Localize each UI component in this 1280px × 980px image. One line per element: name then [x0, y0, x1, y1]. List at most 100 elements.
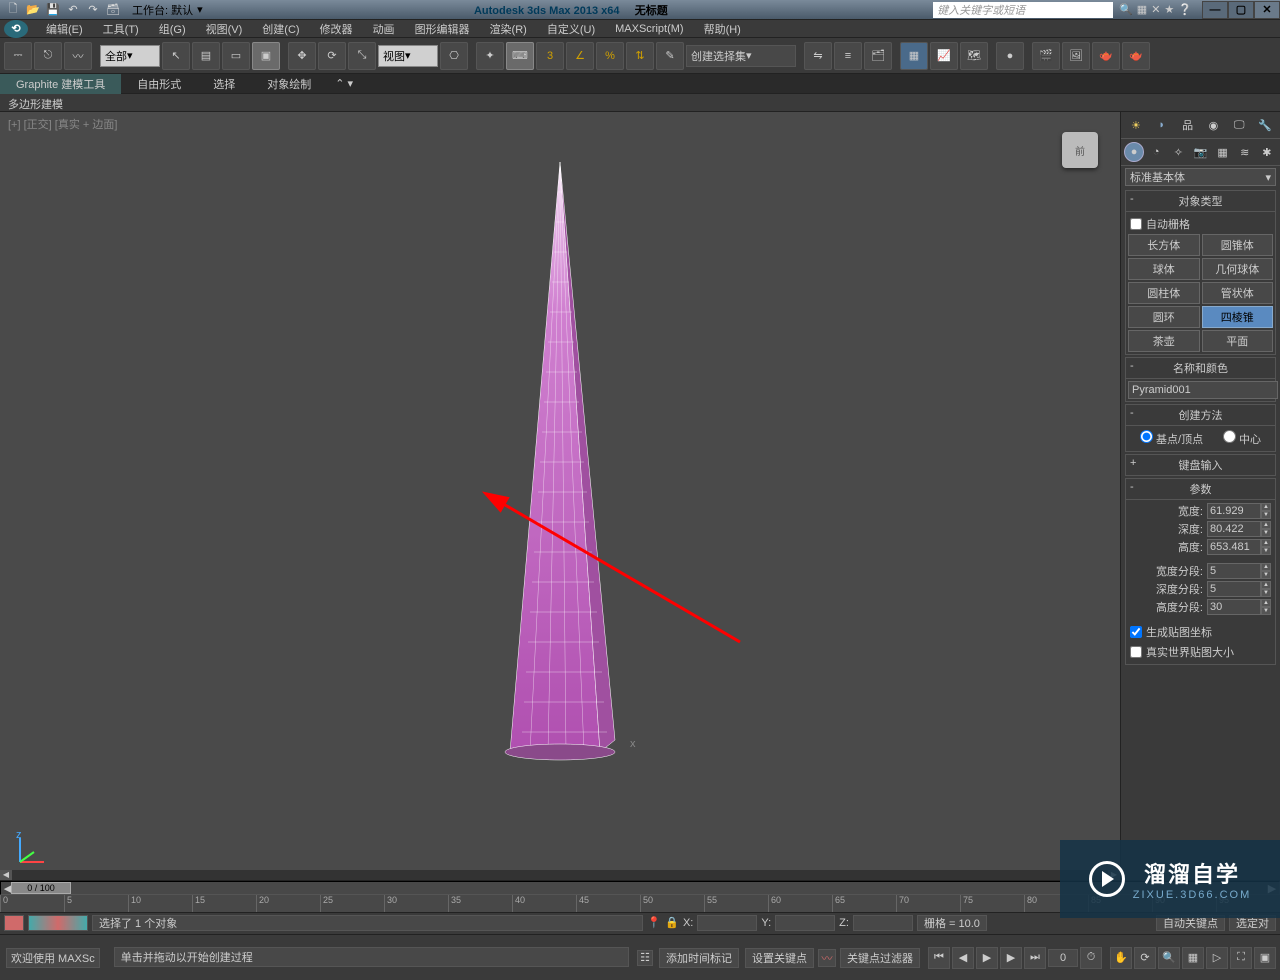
track-color[interactable] — [4, 915, 24, 931]
add-time-tag[interactable]: 添加时间标记 — [659, 948, 739, 968]
render-setup-icon[interactable]: 🎬 — [1032, 42, 1060, 70]
btn-tube[interactable]: 管状体 — [1202, 282, 1274, 304]
workspace-selector[interactable]: 工作台: 默认▾ — [126, 2, 209, 18]
zoom-extents-icon[interactable]: ⛶ — [1230, 947, 1252, 969]
y-coord-input[interactable] — [775, 915, 835, 931]
pan-icon[interactable]: ✋ — [1110, 947, 1132, 969]
key-filters-button[interactable]: 关键点过滤器 — [840, 948, 920, 968]
z-coord-input[interactable] — [853, 915, 913, 931]
track-gradient[interactable] — [28, 915, 88, 931]
helpers-tab-icon[interactable]: ▦ — [1213, 142, 1233, 162]
fov-icon[interactable]: ▷ — [1206, 947, 1228, 969]
x-coord-input[interactable] — [697, 915, 757, 931]
setkey-button[interactable]: 设置关键点 — [745, 948, 814, 968]
viewport-scrollbar-h[interactable]: ◀▶ — [0, 870, 1120, 880]
arc-rotate-icon[interactable]: ⟳ — [1134, 947, 1156, 969]
goto-end-icon[interactable]: ⏭ — [1024, 947, 1046, 969]
object-name-input[interactable] — [1128, 381, 1278, 399]
goto-start-icon[interactable]: ⏮ — [928, 947, 950, 969]
viewport-label[interactable]: [+] [正交] [真实 + 边面] — [8, 116, 117, 132]
autogrid-checkbox[interactable] — [1130, 218, 1142, 230]
create-tab-icon[interactable]: ☀ — [1126, 115, 1146, 135]
time-handle[interactable]: 0 / 100 — [11, 882, 71, 894]
key-mode-icon[interactable]: 〰 — [818, 949, 836, 967]
redo-icon[interactable]: ↷ — [84, 2, 102, 18]
comm-icon[interactable]: ☷ — [637, 950, 653, 966]
display-tab-icon[interactable]: 🖵 — [1229, 115, 1249, 135]
time-config-icon[interactable]: ⏱ — [1080, 947, 1102, 969]
viewcube[interactable]: 前 — [1052, 122, 1108, 178]
btn-pyramid[interactable]: 四棱锥 — [1202, 306, 1274, 328]
menu-views[interactable]: 视图(V) — [196, 19, 253, 39]
search-icon[interactable]: 🔍 — [1119, 3, 1133, 16]
maximize-button[interactable]: ▢ — [1228, 1, 1254, 19]
ribbon-collapse-icon[interactable]: ⌃ ▾ — [327, 75, 361, 92]
systems-tab-icon[interactable]: ✱ — [1257, 142, 1277, 162]
btn-cone[interactable]: 圆锥体 — [1202, 234, 1274, 256]
undo-icon[interactable]: ↶ — [64, 2, 82, 18]
subscription-icon[interactable]: ▦ — [1137, 3, 1147, 16]
depth-input[interactable] — [1207, 521, 1261, 537]
select-object-icon[interactable]: ↖ — [162, 42, 190, 70]
zoom-all-icon[interactable]: ▦ — [1182, 947, 1204, 969]
align-icon[interactable]: ≡ — [834, 42, 862, 70]
save-icon[interactable]: 💾 — [44, 2, 62, 18]
creation-method-rollout[interactable]: -创建方法 — [1125, 404, 1276, 426]
lock-icon[interactable]: 📍 — [647, 916, 661, 930]
render-production-icon[interactable]: 🫖 — [1092, 42, 1120, 70]
menu-grapheditors[interactable]: 图形编辑器 — [405, 19, 480, 39]
prev-frame-icon[interactable]: ◀ — [952, 947, 974, 969]
hierarchy-tab-icon[interactable]: 品 — [1178, 115, 1198, 135]
object-type-rollout[interactable]: -对象类型 — [1125, 190, 1276, 212]
ref-coord-dropdown[interactable]: 视图 ▾ — [378, 45, 438, 67]
manipulate-icon[interactable]: ✦ — [476, 42, 504, 70]
btn-box[interactable]: 长方体 — [1128, 234, 1200, 256]
named-selection-dropdown[interactable]: 创建选择集 ▾ — [686, 45, 796, 67]
bind-space-warp-icon[interactable]: 〰 — [64, 42, 92, 70]
btn-plane[interactable]: 平面 — [1202, 330, 1274, 352]
tab-selection[interactable]: 选择 — [197, 74, 251, 94]
scale-icon[interactable]: ⤡ — [348, 42, 376, 70]
modify-tab-icon[interactable]: ◗ — [1152, 115, 1172, 135]
help-search[interactable]: 键入关键字或短语 — [933, 2, 1113, 18]
geometry-tab-icon[interactable]: ● — [1124, 142, 1144, 162]
spinner-snap-icon[interactable]: ⇅ — [626, 42, 654, 70]
radio-base[interactable]: 基点/顶点 — [1140, 430, 1203, 447]
layer-manager-icon[interactable]: 🗂 — [864, 42, 892, 70]
window-crossing-icon[interactable]: ▣ — [252, 42, 280, 70]
spinner-down-icon[interactable]: ▼ — [1261, 511, 1271, 519]
menu-rendering[interactable]: 渲染(R) — [480, 19, 537, 39]
btn-cylinder[interactable]: 圆柱体 — [1128, 282, 1200, 304]
utilities-tab-icon[interactable]: 🔧 — [1255, 115, 1275, 135]
favorites-icon[interactable]: ★ — [1164, 3, 1174, 16]
cameras-tab-icon[interactable]: 📷 — [1190, 142, 1210, 162]
motion-tab-icon[interactable]: ◉ — [1203, 115, 1223, 135]
graphite-icon[interactable]: ▦ — [900, 42, 928, 70]
edit-named-sel-icon[interactable]: ✎ — [656, 42, 684, 70]
radio-center[interactable]: 中心 — [1223, 430, 1261, 447]
pyramid-object[interactable]: x — [450, 152, 670, 772]
project-icon[interactable]: 🗃 — [104, 2, 122, 18]
shapes-tab-icon[interactable]: ◔ — [1146, 142, 1166, 162]
max-toggle-icon[interactable]: ▣ — [1254, 947, 1276, 969]
btn-geosphere[interactable]: 几何球体 — [1202, 258, 1274, 280]
tab-freeform[interactable]: 自由形式 — [121, 74, 197, 94]
material-editor-icon[interactable]: ● — [996, 42, 1024, 70]
menu-group[interactable]: 组(G) — [149, 19, 196, 39]
tab-paint[interactable]: 对象绘制 — [251, 74, 327, 94]
open-icon[interactable]: 📂 — [24, 2, 42, 18]
render-iterative-icon[interactable]: 🫖 — [1122, 42, 1150, 70]
genmap-checkbox[interactable] — [1130, 626, 1142, 638]
rendered-frame-icon[interactable]: 🖼 — [1062, 42, 1090, 70]
menu-tools[interactable]: 工具(T) — [93, 19, 149, 39]
btn-torus[interactable]: 圆环 — [1128, 306, 1200, 328]
width-input[interactable] — [1207, 503, 1261, 519]
btn-sphere[interactable]: 球体 — [1128, 258, 1200, 280]
lock2-icon[interactable]: 🔒 — [665, 916, 679, 930]
menu-edit[interactable]: 编辑(E) — [36, 19, 93, 39]
wseg-input[interactable] — [1207, 563, 1261, 579]
angle-snap-icon[interactable]: ∠ — [566, 42, 594, 70]
menu-maxscript[interactable]: MAXScript(M) — [605, 21, 693, 37]
move-icon[interactable]: ✥ — [288, 42, 316, 70]
category-dropdown[interactable]: 标准基本体 — [1125, 168, 1276, 186]
